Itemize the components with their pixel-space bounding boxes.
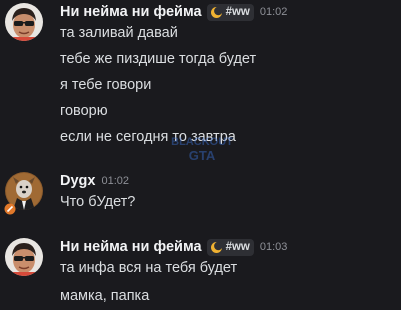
watermark-logo: BLACKOUT GTA <box>171 136 233 163</box>
chat-log: Ни нейма ни фейма #ww 01:02 та заливай д… <box>0 0 401 310</box>
message-text: мамка, папка <box>60 288 150 304</box>
message-timestamp[interactable]: 01:02 <box>260 6 288 18</box>
server-tag[interactable]: #ww <box>206 238 254 256</box>
server-tag-label: #ww <box>225 241 250 253</box>
user-avatar[interactable] <box>5 238 43 276</box>
username[interactable]: Ни нейма ни фейма <box>60 4 202 20</box>
moon-badge-icon <box>210 241 223 253</box>
message-text: та заливай давай <box>60 25 178 41</box>
message-header: Ни нейма ни фейма #ww 01:03 <box>60 238 287 256</box>
watermark-line2: GTA <box>189 148 216 163</box>
moon-badge-icon <box>210 6 223 18</box>
message-text: та инфа вся на тебя будет <box>60 260 238 276</box>
decoration-badge-icon <box>4 203 16 215</box>
avatar-sunglasses-image <box>5 3 43 41</box>
message-timestamp[interactable]: 01:02 <box>101 175 129 187</box>
message-text: я тебе говори <box>60 77 152 93</box>
server-tag-label: #ww <box>225 6 250 18</box>
watermark-line1: BLACKOUT <box>171 136 233 148</box>
message-header: Dygx 01:02 <box>60 172 129 190</box>
avatar-sunglasses-image <box>5 238 43 276</box>
message-text: говорю <box>60 103 108 119</box>
user-avatar[interactable] <box>5 3 43 41</box>
username[interactable]: Dygx <box>60 173 95 189</box>
server-tag[interactable]: #ww <box>206 3 254 21</box>
message-timestamp[interactable]: 01:03 <box>260 241 288 253</box>
username[interactable]: Ни нейма ни фейма <box>60 239 202 255</box>
message-text: тебе же пиздише тогда будет <box>60 51 257 67</box>
message-text: Что бУдет? <box>60 194 136 210</box>
message-header: Ни нейма ни фейма #ww 01:02 <box>60 3 287 21</box>
